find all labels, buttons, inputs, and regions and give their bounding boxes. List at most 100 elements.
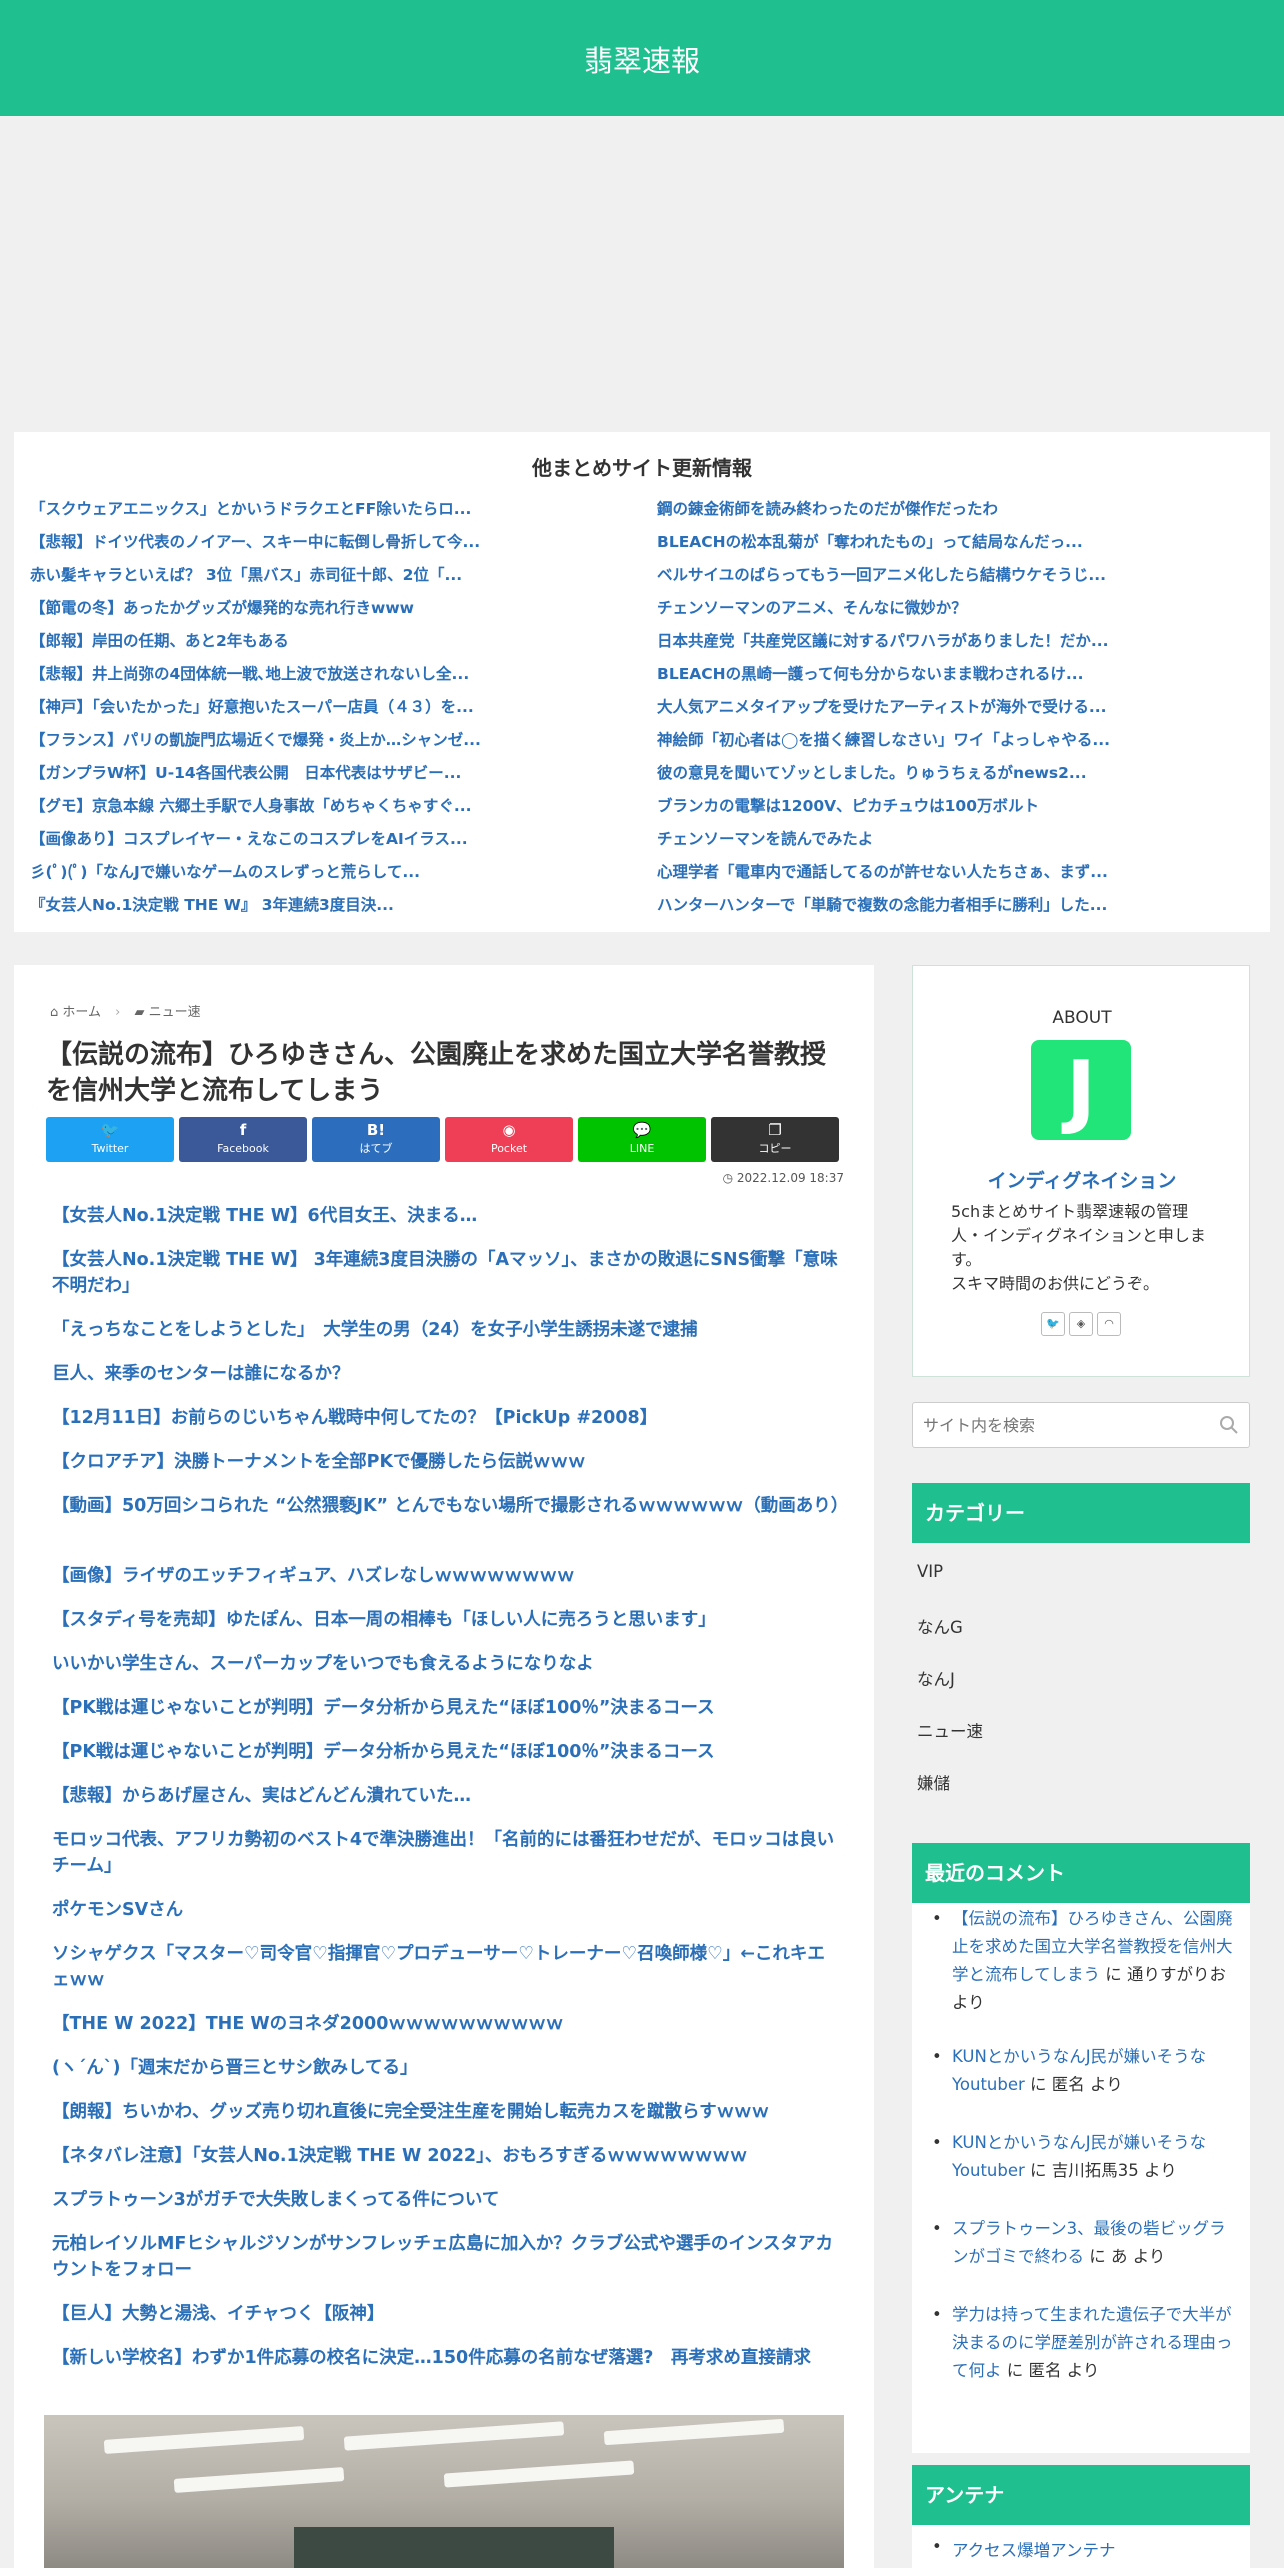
other-site-link[interactable]: 神絵師「初心者は◯を描く練習しなさい」ワイ「よっしゃやる... [657, 729, 1257, 762]
other-site-link[interactable]: 「スクウェアエニックス」とかいうドラクエとFF除いたらロ... [30, 498, 630, 531]
recent-comment: 学力は持って生まれた遺伝子で大半が決まるのに学歴差別が許される理由って何よ に … [932, 2301, 1237, 2385]
share-label: はてブ [359, 1142, 393, 1155]
other-site-link[interactable]: チェンソーマンを読んでみたよ [657, 828, 1257, 861]
other-site-link[interactable]: ブランカの電撃は1200V、ピカチュウは100万ボルト [657, 795, 1257, 828]
other-site-link[interactable]: BLEACHの松本乱菊が「奪われたもの」って結局なんだっ... [657, 531, 1257, 564]
share-label: コピー [758, 1142, 792, 1155]
breadcrumb-home[interactable]: ホーム [62, 1005, 101, 1020]
share-line-button[interactable]: 💬 LINE [578, 1117, 706, 1162]
related-link[interactable]: 巨人、来季のセンターは誰になるか？ [52, 1361, 842, 1387]
related-link[interactable]: ポケモンSVさん [52, 1897, 842, 1923]
site-title[interactable]: 翡翠速報 [0, 38, 1284, 80]
recent-comment: 【伝説の流布】ひろゆきさん、公園廃止を求めた国立大学名誉教授を信州大学と流布して… [932, 1905, 1237, 2017]
share-pocket-button[interactable]: ◉ Pocket [445, 1117, 573, 1162]
related-link[interactable]: 【朗報】ちいかわ、グッズ売り切れ直後に完全受注生産を開始し転売カスを蹴散らすｗｗ… [52, 2099, 842, 2125]
comment-connector: に [1084, 2247, 1111, 2266]
other-site-link[interactable]: 彡(ﾟ)(ﾟ)「なんJで嫌いなゲームのスレずっと荒らして... [30, 861, 630, 894]
breadcrumb: ⌂ ホーム › ▰ ニュー速 [50, 1001, 201, 1020]
share-label: LINE [629, 1142, 655, 1155]
comment-suffix: より [1084, 2075, 1123, 2094]
other-site-link[interactable]: 『女芸人No.1決定戦 THE W』 3年連続3度目決... [30, 894, 630, 927]
about-name[interactable]: インディグネイション [913, 1166, 1251, 1193]
other-site-link[interactable]: 【神戸】「会いたかった」好意抱いたスーパー店員（４３）を... [30, 696, 630, 729]
comment-connector: に [1024, 2075, 1052, 2094]
other-site-link[interactable]: チェンソーマンのアニメ、そんなに微妙か？ [657, 597, 1257, 630]
ceiling-light [103, 2426, 305, 2454]
rss-icon[interactable]: ◠ [1097, 1312, 1121, 1336]
ad-area [0, 116, 1284, 430]
related-link[interactable]: 【12月11日】お前らのじいちゃん戦時中何してたの？【PickUp #2008】 [52, 1405, 842, 1431]
related-link[interactable]: 【THE W 2022】THE Wのヨネダ2000ｗｗｗｗｗｗｗｗｗｗ [52, 2011, 842, 2037]
related-link[interactable]: 【PK戦は運じゃないことが判明】データ分析から見えた“ほぼ100％”決まるコース [52, 1739, 842, 1765]
comment-connector: に [1100, 1965, 1128, 1984]
related-link[interactable]: 【ネタバレ注意】「女芸人No.1決定戦 THE W 2022」、おもろすぎるｗｗ… [52, 2143, 842, 2169]
other-site-link[interactable]: 【ガンプラW杯】U-14各国代表公開 日本代表はサザビー... [30, 762, 630, 795]
related-link[interactable]: 【PK戦は運じゃないことが判明】データ分析から見えた“ほぼ100％”決まるコース [52, 1695, 842, 1721]
related-link[interactable]: 【巨人】大勢と湯浅、イチャつく【阪神】 [52, 2301, 842, 2327]
breadcrumb-category[interactable]: ニュー速 [149, 1005, 201, 1020]
share-facebook-button[interactable]: f Facebook [179, 1117, 307, 1162]
category-item[interactable]: VIP [917, 1562, 943, 1581]
recent-comment: KUNとかいうなんJ民が嫌いそうなYoutuber に 匿名 より [932, 2043, 1237, 2099]
related-link[interactable]: 「えっちなことをしようとした」 大学生の男（24）を女子小学生誘拐未遂で逮捕 [52, 1317, 842, 1343]
category-item[interactable]: 嫌儲 [917, 1770, 950, 1794]
share-label: Twitter [91, 1142, 129, 1155]
other-site-link[interactable]: ハンターハンターで「単騎で複数の念能力者相手に勝利」した... [657, 894, 1257, 927]
other-site-link[interactable]: 彼の意見を聞いてゾッとしました。りゅうちぇるがnews2... [657, 762, 1257, 795]
category-heading: カテゴリー [912, 1483, 1250, 1543]
related-link[interactable]: ソシャゲクス「マスター♡司令官♡指揮官♡プロデューサー♡トレーナー♡召喚師様♡」… [52, 1941, 842, 1993]
hatebu-icon: B! [366, 1121, 386, 1139]
search-icon[interactable] [1219, 1415, 1239, 1435]
other-site-link[interactable]: 鋼の錬金術師を読み終わったのだが傑作だったわ [657, 498, 1257, 531]
about-description: 5chまとめサイト翡翠速報の管理人・インディグネイションと申します。 スキマ時間… [951, 1202, 1206, 1293]
chevron-right-icon: › [115, 1005, 121, 1020]
share-hatebu-button[interactable]: B! はてブ [312, 1117, 440, 1162]
other-site-link[interactable]: 【フランス】パリの凱旋門広場近くで爆発・炎上か…シャンゼ... [30, 729, 630, 762]
related-link[interactable]: モロッコ代表、アフリカ勢初のベスト4で準決勝進出！「名前的には番狂わせだが、モロ… [52, 1827, 842, 1879]
related-link[interactable]: 【女芸人No.1決定戦 THE W】6代目女王、決まる… [52, 1203, 842, 1229]
other-site-link[interactable]: 日本共産党「共産党区議に対するパワハラがありました！だか... [657, 630, 1257, 663]
share-label: Facebook [217, 1142, 269, 1155]
other-site-link[interactable]: 大人気アニメタイアップを受けたアーティストが海外で受ける... [657, 696, 1257, 729]
antenna-link[interactable]: アクセス爆増アンテナ [932, 2537, 1115, 2561]
other-site-link[interactable]: ベルサイユのばらってもう一回アニメ化したら結構ウケそうじ... [657, 564, 1257, 597]
related-link[interactable]: 【女芸人No.1決定戦 THE W】 3年連続3度目決勝の「Aマッソ」、まさかの… [52, 1247, 842, 1299]
category-item[interactable]: なんG [917, 1614, 963, 1638]
related-link[interactable]: (ヽ´ん`)「週末だから晋三とサシ飲みしてる」 [52, 2055, 842, 2081]
related-link[interactable]: いいかい学生さん、スーパーカップをいつでも食えるようになりなよ [52, 1651, 842, 1677]
other-site-link[interactable]: 【節電の冬】あったかグッズが爆発的な売れ行きwww [30, 597, 630, 630]
search-input[interactable] [923, 1412, 1203, 1438]
antenna-heading: アンテナ [912, 2465, 1250, 2525]
share-copy-button[interactable]: ❐ コピー [711, 1117, 839, 1162]
other-site-link[interactable]: 【悲報】ドイツ代表のノイアー、スキー中に転倒し骨折して今... [30, 531, 630, 564]
other-site-link[interactable]: 【悲報】井上尚弥の4団体統一戦､地上波で放送されないし全... [30, 663, 630, 696]
category-item[interactable]: なんJ [917, 1666, 955, 1690]
copy-icon: ❐ [768, 1121, 782, 1139]
related-link[interactable]: スプラトゥーン3がガチで大失敗しまくってる件について [52, 2187, 842, 2213]
share-twitter-button[interactable]: 🐦 Twitter [46, 1117, 174, 1162]
category-item[interactable]: ニュー速 [917, 1718, 983, 1742]
home-icon: ⌂ [50, 1005, 59, 1020]
related-link[interactable]: 元柏レイソルMFヒシャルジソンがサンフレッチェ広島に加入か？クラブ公式や選手のイ… [52, 2231, 842, 2283]
related-link[interactable]: 【スタディ号を売却】ゆたぽん、日本一周の相棒も「ほしい人に売ろうと思います」 [52, 1607, 842, 1633]
other-site-link[interactable]: 赤い髪キャラといえば？ 3位「黒バス」赤司征十郎、2位「... [30, 564, 630, 597]
related-link[interactable]: 【クロアチア】決勝トーナメントを全部PKで優勝したら伝説ｗｗｗ [52, 1449, 842, 1475]
other-site-link[interactable]: BLEACHの黒崎一護って何も分からないまま戦わされるけ... [657, 663, 1257, 696]
share-buttons: 🐦 Twitter f Facebook B! はてブ ◉ Pocket 💬 L… [46, 1117, 846, 1162]
recent-comments-list: 【伝説の流布】ひろゆきさん、公園廃止を求めた国立大学名誉教授を信州大学と流布して… [912, 1903, 1250, 2453]
share-label: Pocket [490, 1142, 528, 1155]
related-link[interactable]: 【画像】ライザのエッチフィギュア、ハズレなしｗｗｗｗｗｗｗｗ [52, 1563, 842, 1589]
ceiling-light [443, 2460, 635, 2488]
other-site-link[interactable]: 心理学者「電車内で通話してるのが許せない人たちさぁ、まず... [657, 861, 1257, 894]
related-link[interactable]: 【新しい学校名】わずか1件応募の校名に決定…150件応募の名前なぜ落選? 再考求… [52, 2345, 842, 2371]
feedly-icon[interactable]: ◈ [1069, 1312, 1093, 1336]
other-site-link[interactable]: 【画像あり】コスプレイヤー・えなこのコスプレをAIイラス... [30, 828, 630, 861]
post-date-text: 2022.12.09 18:37 [736, 1171, 844, 1185]
other-site-link[interactable]: 【郎報】岸田の任期、あと2年もある [30, 630, 630, 663]
twitter-icon[interactable]: 🐦 [1041, 1312, 1065, 1336]
other-sites-title: 他まとめサイト更新情報 [532, 456, 752, 480]
site-logo: J [1031, 1040, 1131, 1140]
other-site-link[interactable]: 【グモ】京急本線 六郷土手駅で人身事故「めちゃくちゃすぐ... [30, 795, 630, 828]
related-link[interactable]: 【動画】50万回シコられた “公然猥褻JK” とんでもない場所で撮影されるｗｗｗ… [52, 1493, 848, 1519]
related-link[interactable]: 【悲報】からあげ屋さん、実はどんどん潰れていた… [52, 1783, 842, 1809]
